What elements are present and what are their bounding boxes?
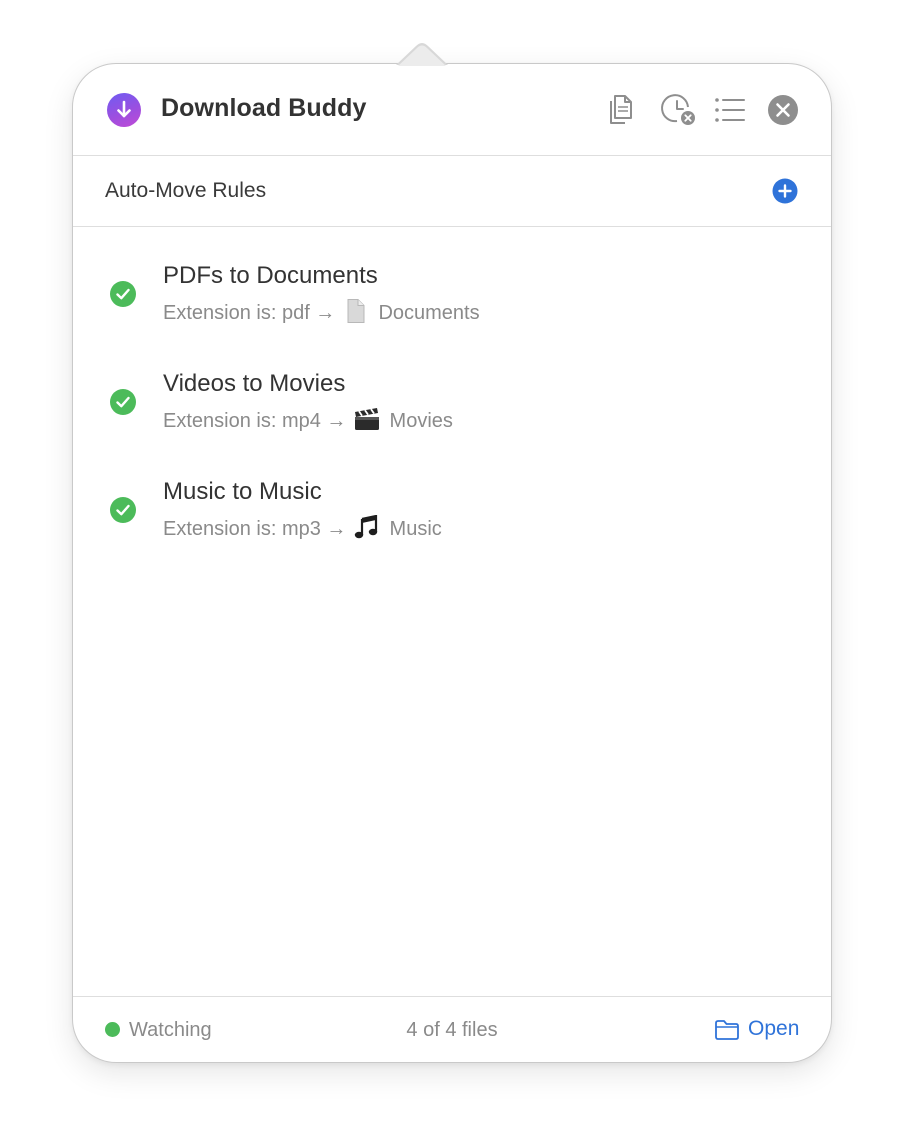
copy-documents-button[interactable]: [603, 90, 643, 130]
clear-history-button[interactable]: [658, 90, 698, 130]
rule-destination: Music: [389, 518, 442, 540]
auto-move-rules-header: Auto-Move Rules: [73, 156, 831, 227]
rule-row[interactable]: PDFs to Documents Extension is: pdf → Do…: [73, 244, 831, 334]
add-rule-button[interactable]: [772, 178, 798, 204]
rule-title: Music to Music: [163, 478, 322, 505]
rule-title: Videos to Movies: [163, 370, 346, 397]
rule-row[interactable]: Music to Music Extension is: mp3 → Music: [73, 460, 831, 550]
rule-description: Extension is: mp4 → Movies: [163, 407, 453, 433]
open-label: Open: [748, 1017, 800, 1040]
popover-footer: Watching 4 of 4 files Open: [73, 996, 831, 1062]
app-logo-icon: [107, 93, 141, 127]
rule-description: Extension is: pdf → Documents: [163, 299, 480, 325]
enabled-check-icon[interactable]: [109, 496, 137, 524]
rule-condition: Extension is: mp4 →: [163, 410, 347, 432]
enabled-check-icon[interactable]: [109, 388, 137, 416]
download-buddy-popover: Download Buddy Auto-Move Rules PDFs to D…: [72, 63, 832, 1063]
rule-title: PDFs to Documents: [163, 262, 378, 289]
clear-history-icon: [661, 94, 695, 125]
close-button[interactable]: [763, 90, 803, 130]
plus-circle-icon: [772, 178, 798, 204]
list-view-button[interactable]: [710, 90, 750, 130]
clapperboard-icon: [354, 407, 380, 431]
app-title: Download Buddy: [161, 94, 367, 122]
music-note-icon: [354, 515, 380, 539]
section-title: Auto-Move Rules: [105, 179, 267, 202]
copy-documents-icon: [610, 95, 632, 124]
rule-destination: Documents: [378, 302, 480, 324]
close-icon: [768, 95, 798, 125]
rule-description: Extension is: mp3 → Music: [163, 515, 442, 541]
rule-row[interactable]: Videos to Movies Extension is: mp4 → Mov…: [73, 352, 831, 442]
popover-header: Download Buddy: [73, 64, 831, 156]
rule-condition: Extension is: pdf →: [163, 302, 336, 324]
popover-arrow: [396, 43, 448, 66]
list-icon: [715, 98, 745, 122]
enabled-check-icon[interactable]: [109, 280, 137, 308]
stage: Download Buddy Auto-Move Rules PDFs to D…: [0, 0, 904, 1144]
rule-destination: Movies: [389, 410, 453, 432]
document-icon: [343, 299, 369, 323]
rule-condition: Extension is: mp3 →: [163, 518, 347, 540]
folder-icon: [714, 1018, 740, 1042]
